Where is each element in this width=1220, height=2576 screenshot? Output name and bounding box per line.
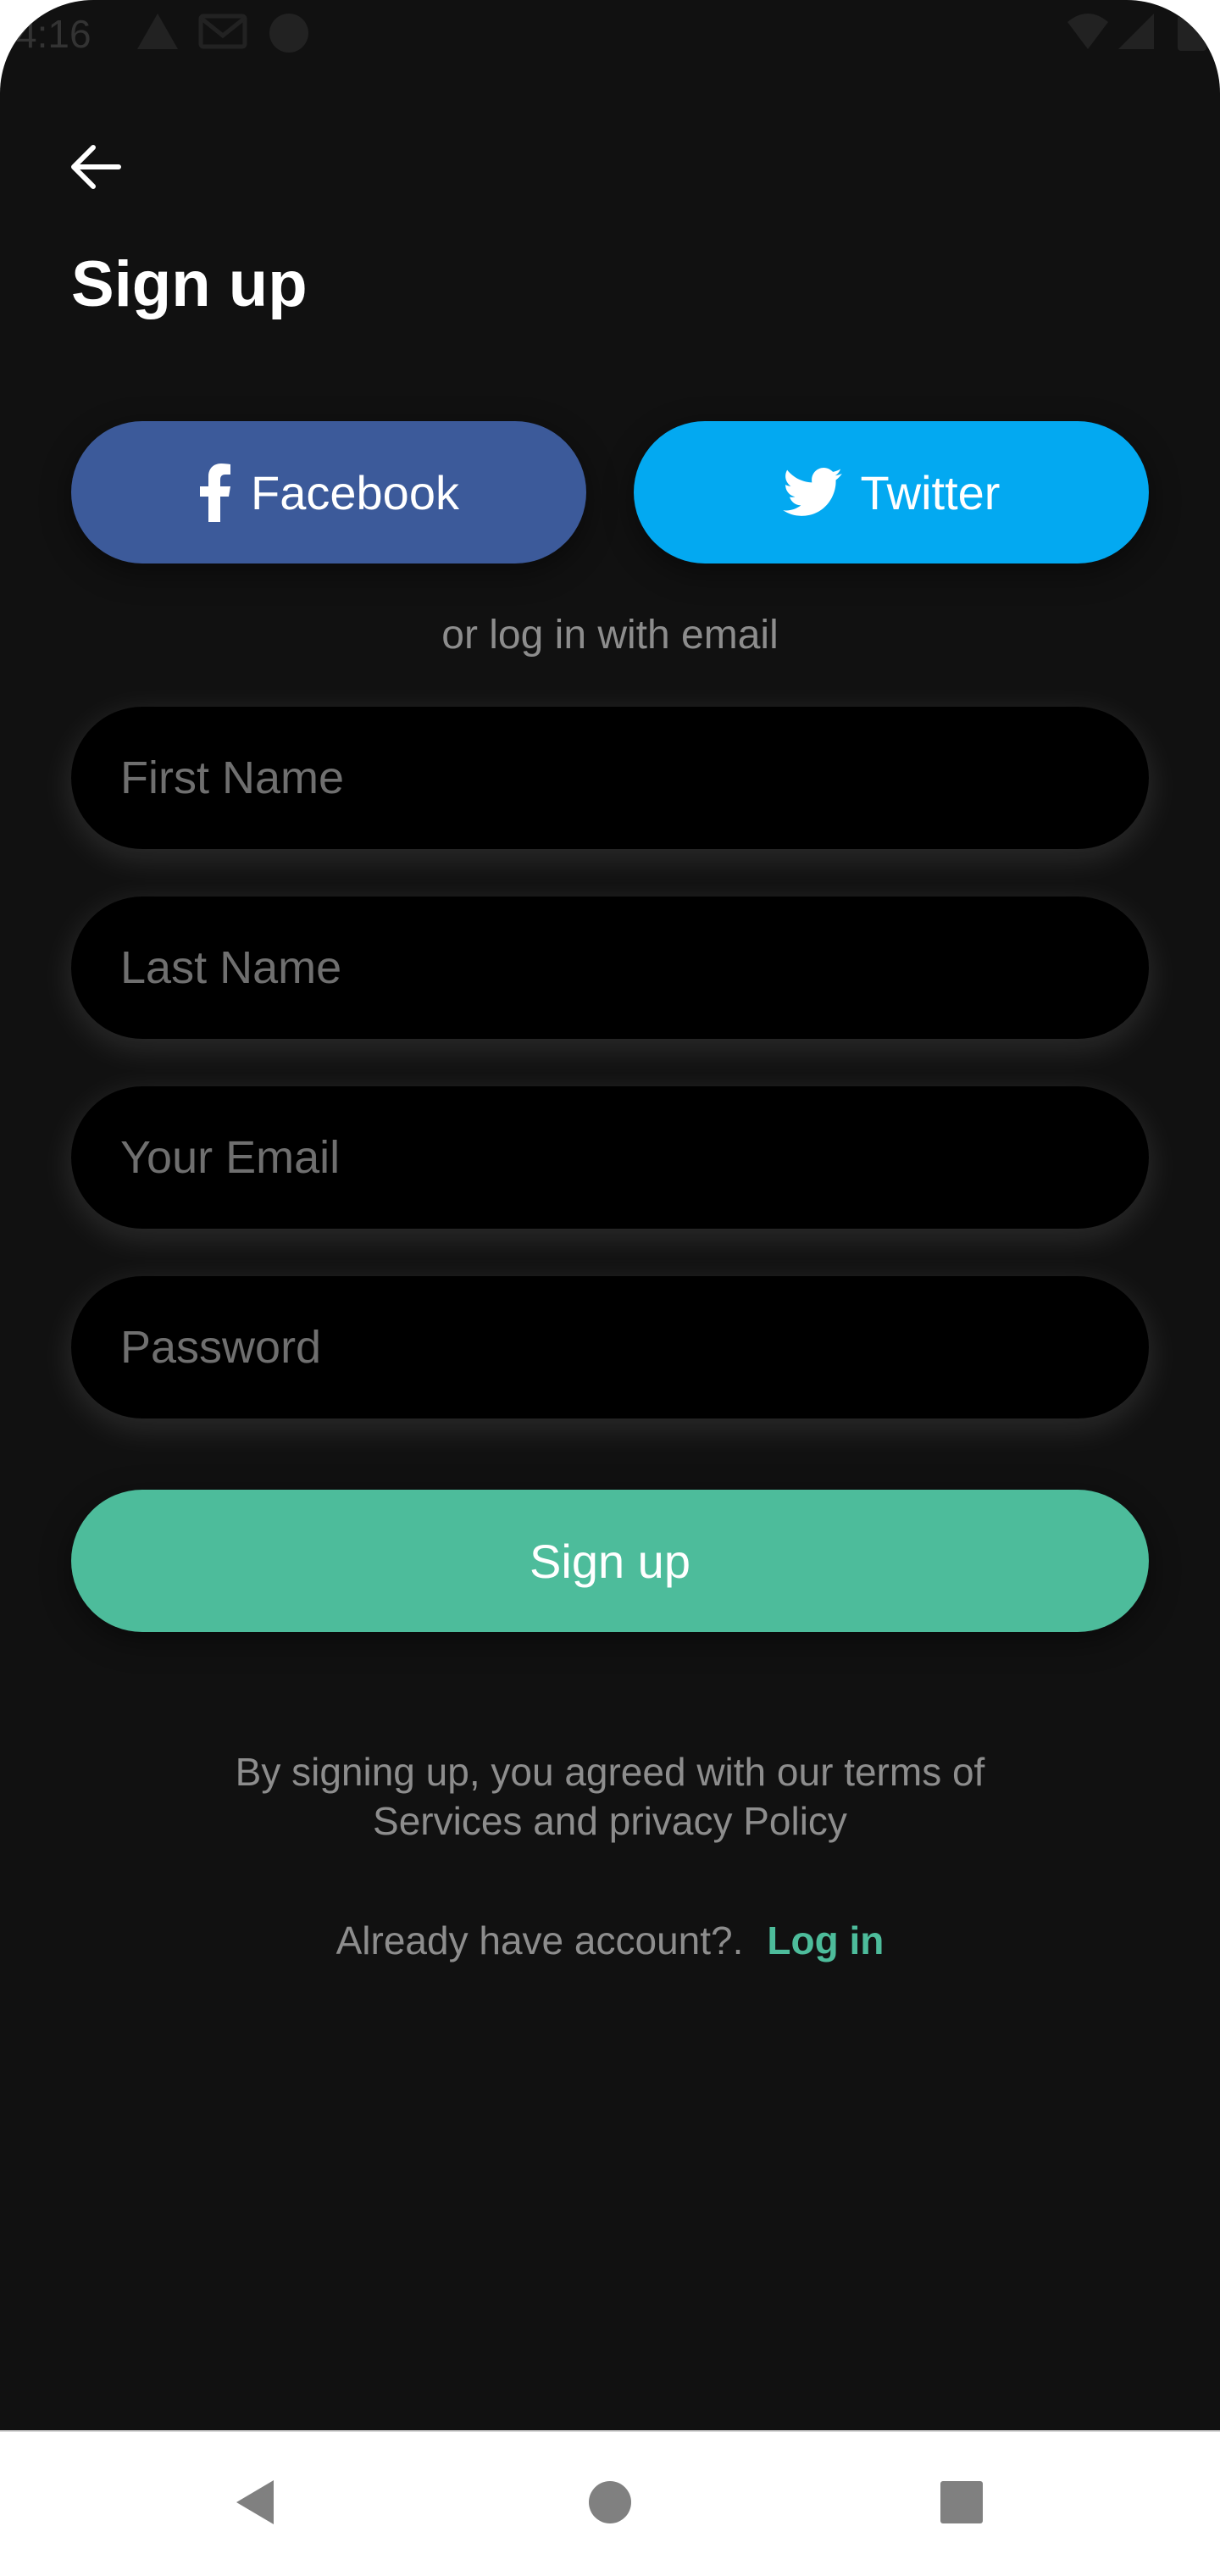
email-input[interactable]	[71, 1086, 1149, 1229]
gmail-icon	[198, 12, 247, 55]
status-time: 4:16	[15, 12, 92, 56]
nav-home-button[interactable]	[538, 2432, 682, 2576]
back-button[interactable]	[59, 132, 132, 205]
signup-screen: 4:16 Sign up Facebook Twitter or log in …	[0, 0, 1220, 2430]
wifi-icon	[1066, 12, 1110, 55]
notification-icon	[268, 12, 310, 58]
login-link[interactable]: Log in	[767, 1918, 884, 1963]
signal-icon	[1117, 12, 1156, 55]
navigation-bar	[0, 2430, 1220, 2576]
signup-button[interactable]: Sign up	[71, 1490, 1149, 1632]
login-question: Already have account?.	[336, 1918, 744, 1963]
page-title: Sign up	[71, 248, 308, 320]
password-field[interactable]	[71, 1276, 1149, 1418]
last-name-input[interactable]	[71, 897, 1149, 1039]
password-input[interactable]	[71, 1276, 1149, 1418]
arrow-left-icon	[69, 143, 122, 195]
terms-line-1: By signing up, you agreed with our terms…	[235, 1750, 985, 1794]
warning-icon	[136, 12, 180, 55]
terms-text: By signing up, you agreed with our terms…	[0, 1747, 1220, 1846]
twitter-label: Twitter	[860, 465, 1001, 519]
last-name-field[interactable]	[71, 897, 1149, 1039]
facebook-icon	[198, 463, 232, 522]
status-bar: 4:16	[0, 0, 1220, 68]
nav-home-icon	[586, 2479, 634, 2530]
first-name-field[interactable]	[71, 707, 1149, 849]
login-row: Already have account?. Log in	[0, 1915, 1220, 1966]
nav-back-button[interactable]	[183, 2432, 327, 2576]
first-name-input[interactable]	[71, 707, 1149, 849]
nav-recents-button[interactable]	[890, 2432, 1034, 2576]
twitter-icon	[782, 468, 842, 517]
nav-back-icon	[231, 2477, 279, 2532]
facebook-button[interactable]: Facebook	[71, 421, 586, 564]
battery-icon	[1173, 12, 1206, 55]
facebook-label: Facebook	[251, 465, 459, 519]
nav-recents-icon	[938, 2479, 985, 2530]
terms-line-2: Services and privacy Policy	[373, 1799, 847, 1843]
twitter-button[interactable]: Twitter	[634, 421, 1149, 564]
divider-text: or log in with email	[441, 613, 779, 658]
email-field[interactable]	[71, 1086, 1149, 1229]
